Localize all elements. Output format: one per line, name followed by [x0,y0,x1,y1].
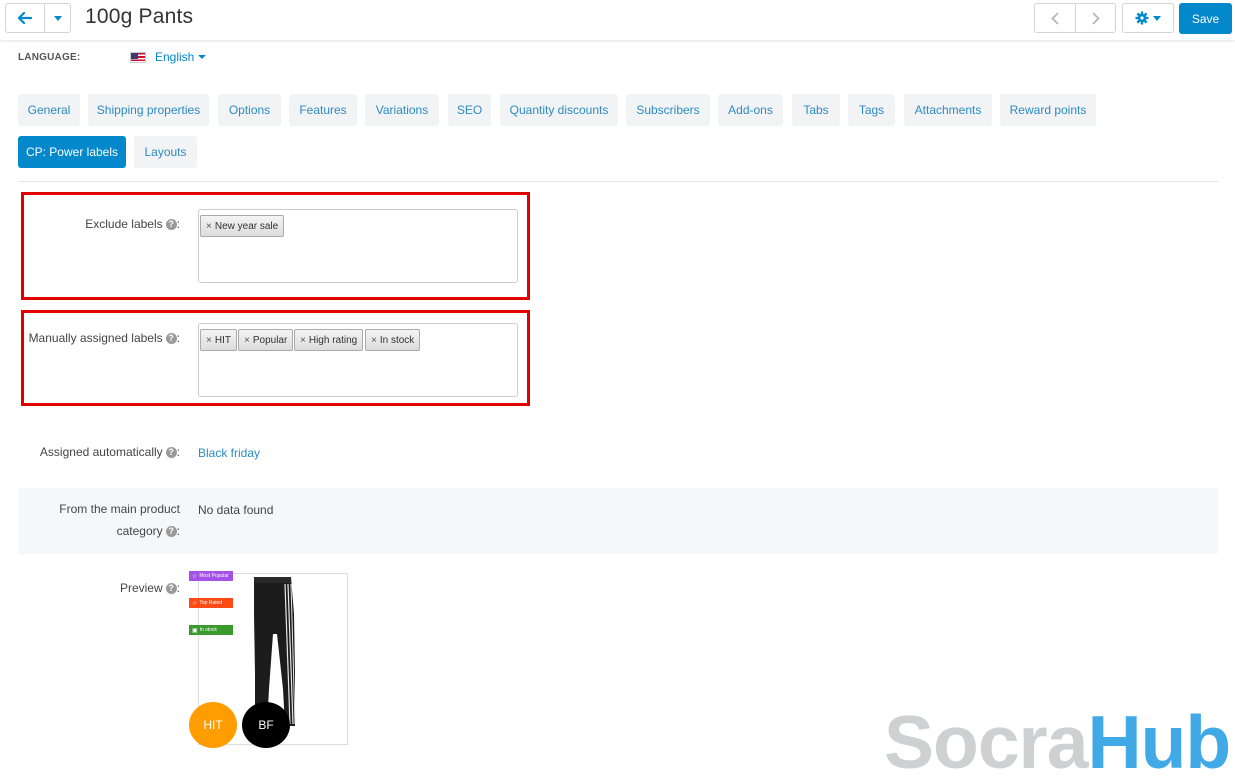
tab-tags[interactable]: Tags [848,94,895,126]
ribbon-label: Top Rated [199,600,223,606]
tag-label: In stock [379,334,415,346]
tag-label: High rating [308,334,358,346]
tag-hit: × HIT [200,329,237,351]
manual-labels-label: Manually assigned labels?: [28,331,180,345]
back-button[interactable] [6,4,44,32]
tab-attachments[interactable]: Attachments [904,94,992,126]
manual-labels-text: Manually assigned labels [28,331,163,345]
product-navigation [1034,3,1116,33]
auto-labels-label: Assigned automatically?: [39,445,180,459]
tag-popular: × Popular [238,329,294,351]
tag-label: HIT [214,334,231,346]
tab-reward-points[interactable]: Reward points [1000,94,1096,126]
tab-add-ons[interactable]: Add-ons [718,94,783,126]
next-product-button[interactable] [1075,4,1115,32]
tab-shipping-properties[interactable]: Shipping properties [88,94,209,126]
remove-tag-icon[interactable]: × [206,221,212,232]
ribbon-top-rated: ☆ Top Rated [189,598,233,608]
tab-subscribers[interactable]: Subscribers [626,94,710,126]
help-icon[interactable]: ? [165,219,177,231]
tab-tabs[interactable]: Tabs [792,94,840,126]
preview-label: Preview?: [119,581,180,595]
category-labels-label: From the main product category?: [20,498,180,542]
chevron-right-icon [1091,11,1100,25]
exclude-labels-label: Exclude labels?: [85,217,180,231]
tab-quantity-discounts[interactable]: Quantity discounts [500,94,618,126]
help-icon[interactable]: ? [165,583,177,595]
top-bar: 100g Pants Save [0,0,1235,40]
help-icon[interactable]: ? [165,333,177,345]
tabs-divider [18,181,1218,182]
tab-general[interactable]: General [18,94,80,126]
arrow-left-icon [18,12,32,24]
help-icon[interactable]: ? [165,447,177,459]
save-button[interactable]: Save [1179,3,1232,34]
help-icon[interactable]: ? [165,526,177,538]
star-icon: ☆ [192,600,198,607]
tab-features[interactable]: Features [289,94,357,126]
category-label-line1: From the main product [59,502,180,516]
remove-tag-icon[interactable]: × [244,335,250,346]
tag-in-stock: × In stock [365,329,421,351]
manual-labels-input[interactable]: × HIT × Popular × High rating × In stock [198,323,518,397]
watermark-part1: Socra [884,700,1088,779]
page-title: 100g Pants [85,5,194,28]
caret-down-icon [198,55,207,59]
ribbon-most-popular: ☆ Most Popular [189,571,233,581]
tab-layouts[interactable]: Layouts [134,136,197,168]
tab-options[interactable]: Options [218,94,281,126]
preview-text: Preview [119,581,163,595]
tag-high-rating: × High rating [294,329,364,351]
badge-bf: BF [242,702,290,748]
auto-labels-text: Assigned automatically [39,445,163,459]
settings-dropdown [1122,3,1174,33]
auto-label-link[interactable]: Black friday [198,446,260,460]
language-selector[interactable]: English [130,50,207,64]
exclude-labels-text: Exclude labels [85,217,163,231]
watermark-part2: Hub [1087,700,1231,779]
ribbon-in-stock: ▣ In stock [189,625,233,635]
tag-label: Popular [252,334,288,346]
chevron-left-icon [1051,11,1059,25]
star-icon: ☆ [192,573,198,580]
back-button-group [5,3,71,33]
tag-new-year-sale: × New year sale [200,215,285,237]
tab-seo[interactable]: SEO [448,94,491,126]
ribbon-label: In stock [199,627,217,633]
language-value: English [155,50,195,64]
remove-tag-icon[interactable]: × [206,335,212,346]
category-labels-panel [18,488,1218,554]
caret-down-icon [1153,15,1161,21]
socrahub-watermark: SocraHub [884,700,1231,779]
exclude-labels-input[interactable]: × New year sale [198,209,518,283]
history-dropdown-button[interactable] [44,4,70,32]
category-label-line2: category [116,524,163,538]
ribbon-label: Most Popular [199,573,229,579]
remove-tag-icon[interactable]: × [371,335,377,346]
remove-tag-icon[interactable]: × [300,335,306,346]
tab-variations[interactable]: Variations [365,94,439,126]
prev-product-button[interactable] [1035,4,1075,32]
caret-down-icon [53,15,62,21]
category-labels-value: No data found [198,503,274,517]
tab-cp-power-labels[interactable]: CP: Power labels [18,136,126,168]
language-label: LANGUAGE: [18,52,81,63]
tag-label: New year sale [214,220,279,232]
gear-icon [1135,11,1149,25]
settings-button[interactable] [1123,4,1173,32]
box-icon: ▣ [192,627,198,634]
us-flag-icon [130,51,146,63]
badge-hit: HIT [189,702,237,748]
